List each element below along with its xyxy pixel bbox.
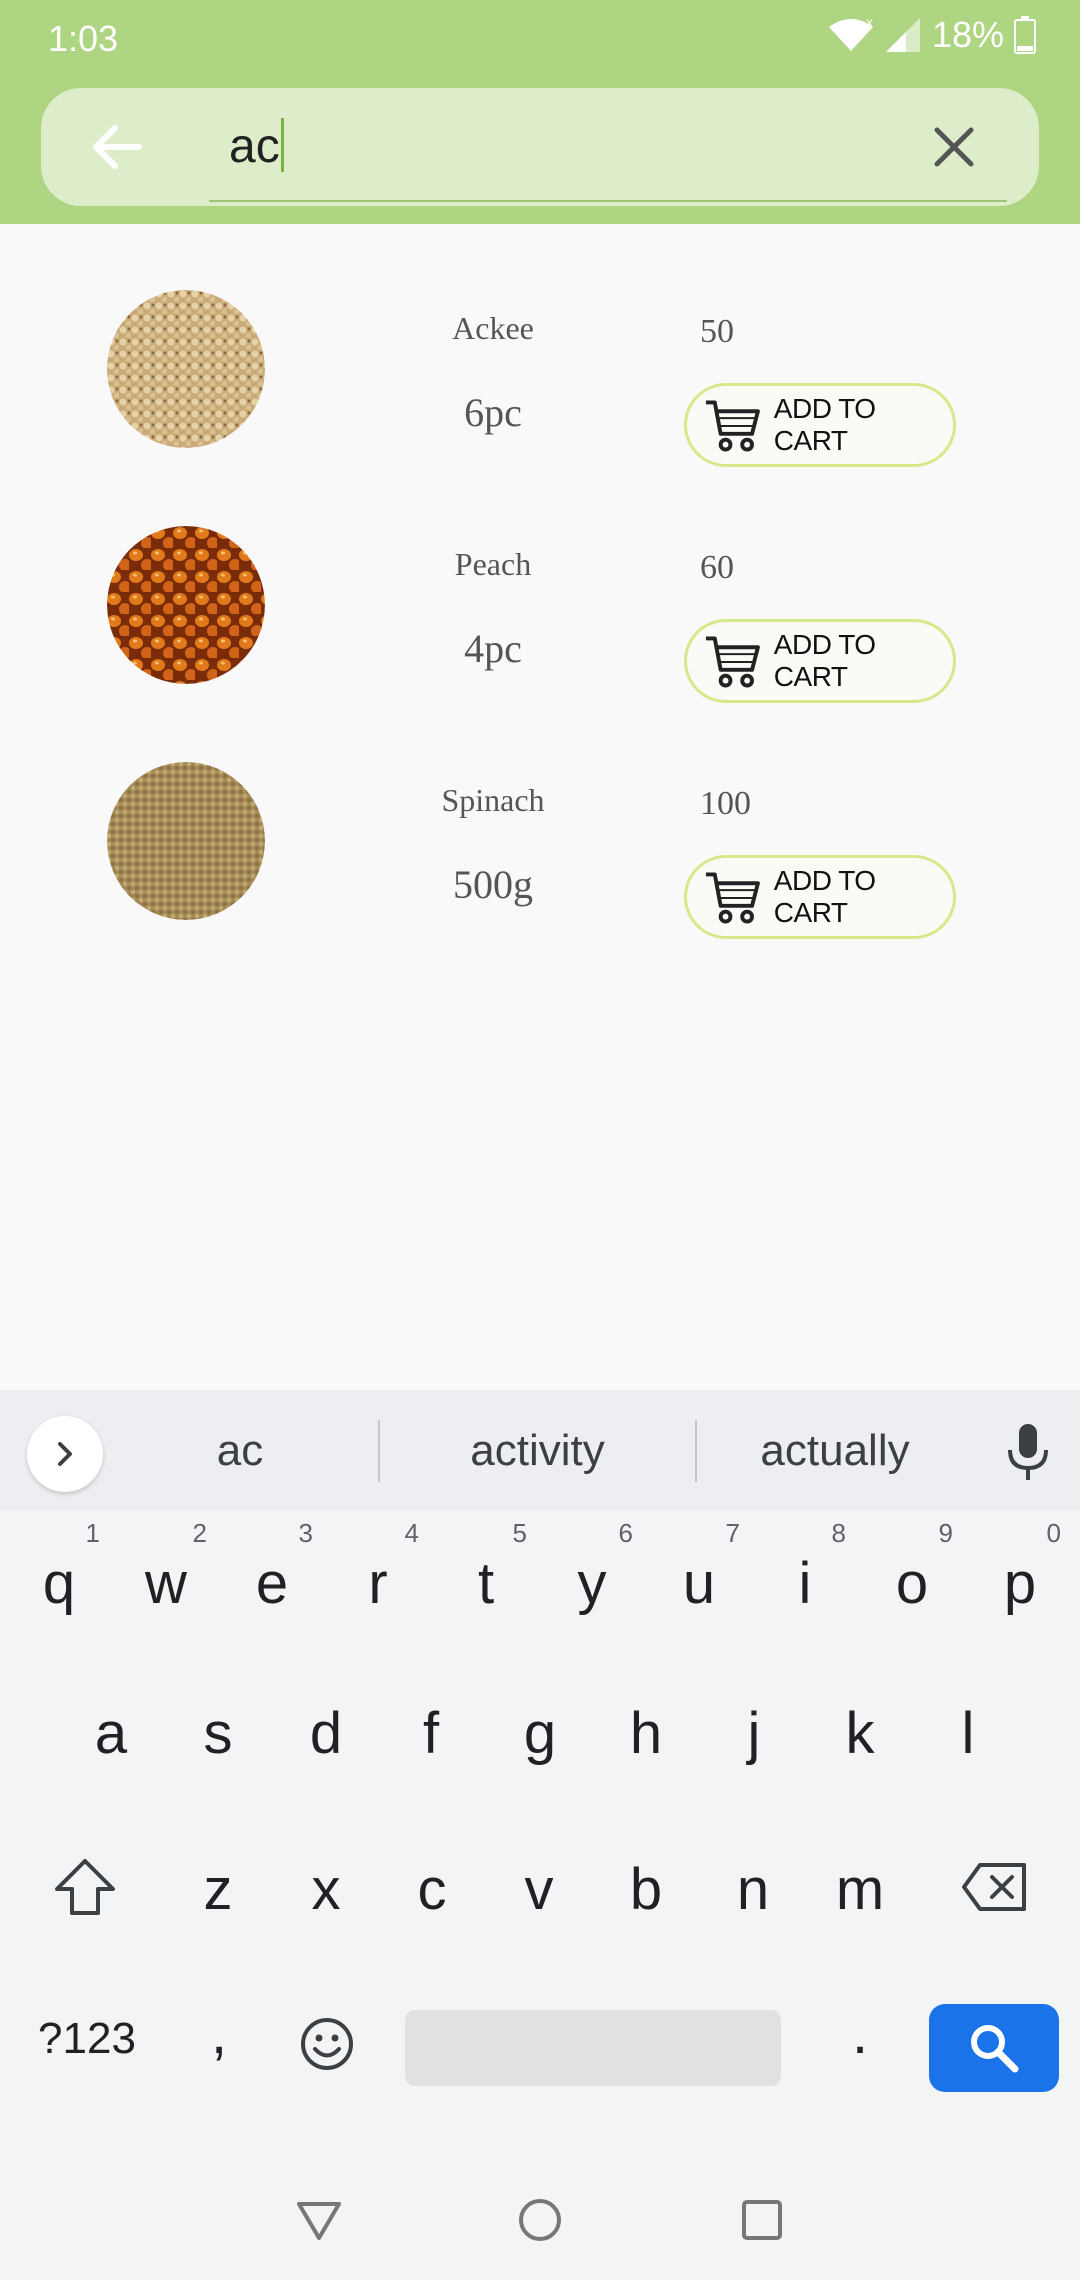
product-image bbox=[107, 290, 265, 448]
key-w[interactable]: w2 bbox=[121, 1518, 211, 1617]
product-name: Spinach bbox=[441, 782, 545, 818]
key-a[interactable]: a bbox=[66, 1700, 156, 1767]
key-m[interactable]: m bbox=[815, 1856, 905, 1923]
shift-icon bbox=[55, 1859, 115, 1915]
product-quantity: 500g bbox=[453, 862, 533, 907]
period-key[interactable]: . bbox=[815, 2000, 905, 2067]
status-bar: 1:03 x 18% bbox=[0, 0, 1080, 80]
list-item: Ackee 6pc 50 ADD TO CART bbox=[0, 224, 1080, 467]
search-icon bbox=[971, 2025, 1019, 2073]
suggestion-1[interactable]: ac bbox=[140, 1426, 340, 1476]
add-to-cart-label: ADD TO CART bbox=[773, 393, 876, 456]
status-time: 1:03 bbox=[48, 18, 119, 59]
key-t[interactable]: t5 bbox=[441, 1518, 531, 1617]
key-q[interactable]: q1 bbox=[14, 1518, 104, 1617]
suggestion-3[interactable]: actually bbox=[715, 1426, 955, 1476]
search-key[interactable] bbox=[929, 2004, 1059, 2092]
key-p[interactable]: p0 bbox=[975, 1518, 1065, 1617]
search-bar[interactable]: ac bbox=[41, 88, 1039, 206]
key-u[interactable]: u7 bbox=[654, 1518, 744, 1617]
key-l[interactable]: l bbox=[923, 1700, 1013, 1767]
key-i[interactable]: i8 bbox=[760, 1518, 850, 1617]
signal-icon bbox=[885, 18, 920, 52]
key-y[interactable]: y6 bbox=[547, 1518, 637, 1617]
suggestion-strip: ac activity actually bbox=[0, 1390, 1080, 1510]
text-cursor bbox=[280, 118, 284, 172]
key-b[interactable]: b bbox=[601, 1856, 691, 1923]
search-underline bbox=[209, 200, 1007, 202]
key-k[interactable]: k bbox=[815, 1700, 905, 1767]
battery-percent: 18% bbox=[931, 14, 1004, 55]
battery-icon bbox=[1014, 16, 1036, 54]
keyboard: ac activity actually q1 w2 e3 r4 t5 y6 u… bbox=[0, 1390, 1080, 2280]
suggestion-divider bbox=[378, 1420, 380, 1482]
add-to-cart-button[interactable]: ADD TO CART bbox=[684, 383, 956, 467]
product-image bbox=[107, 526, 265, 684]
svg-text:x: x bbox=[866, 17, 873, 30]
key-f[interactable]: f bbox=[386, 1700, 476, 1767]
key-o[interactable]: o9 bbox=[867, 1518, 957, 1617]
space-key[interactable] bbox=[405, 2010, 781, 2086]
search-query: ac bbox=[229, 120, 280, 173]
comma-key[interactable]: , bbox=[174, 2000, 264, 2067]
product-price: 100 bbox=[700, 785, 751, 822]
key-g[interactable]: g bbox=[495, 1700, 585, 1767]
cart-icon bbox=[705, 400, 760, 452]
product-name: Peach bbox=[454, 546, 532, 582]
product-price: 50 bbox=[700, 313, 734, 350]
product-list: Ackee 6pc 50 ADD TO CART Peach 4pc 60 AD… bbox=[0, 224, 1080, 939]
back-nav-icon[interactable] bbox=[289, 2190, 349, 2250]
microphone-icon[interactable] bbox=[1000, 1420, 1056, 1484]
key-n[interactable]: n bbox=[708, 1856, 798, 1923]
product-image bbox=[107, 762, 265, 920]
shift-key[interactable] bbox=[40, 1842, 130, 1932]
product-name: Ackee bbox=[452, 310, 534, 346]
system-nav-bar bbox=[0, 2160, 1080, 2280]
emoji-key[interactable] bbox=[285, 2002, 369, 2086]
recents-nav-icon[interactable] bbox=[732, 2190, 792, 2250]
key-c[interactable]: c bbox=[387, 1856, 477, 1923]
suggestion-2[interactable]: activity bbox=[400, 1426, 675, 1476]
key-v[interactable]: v bbox=[494, 1856, 584, 1923]
clear-icon[interactable] bbox=[923, 116, 985, 178]
app-bar: 1:03 x 18% ac bbox=[0, 0, 1080, 224]
key-z[interactable]: z bbox=[173, 1856, 263, 1923]
add-to-cart-label: ADD TO CART bbox=[773, 865, 876, 928]
emoji-icon bbox=[301, 2018, 353, 2070]
list-item: Peach 4pc 60 ADD TO CART bbox=[0, 460, 1080, 703]
key-j[interactable]: j bbox=[709, 1700, 799, 1767]
suggestion-divider bbox=[695, 1420, 697, 1482]
back-arrow-icon[interactable] bbox=[81, 112, 151, 182]
backspace-key[interactable] bbox=[950, 1842, 1040, 1932]
key-h[interactable]: h bbox=[601, 1700, 691, 1767]
cart-icon bbox=[705, 636, 760, 688]
add-to-cart-button[interactable]: ADD TO CART bbox=[684, 619, 956, 703]
product-quantity: 6pc bbox=[464, 390, 522, 435]
add-to-cart-label: ADD TO CART bbox=[773, 629, 876, 692]
backspace-icon bbox=[962, 1863, 1026, 1911]
home-nav-icon[interactable] bbox=[510, 2190, 570, 2250]
product-quantity: 4pc bbox=[464, 626, 522, 671]
chevron-right-icon bbox=[58, 1442, 72, 1466]
expand-toolbar-button[interactable] bbox=[27, 1416, 103, 1492]
product-price: 60 bbox=[700, 549, 734, 586]
key-d[interactable]: d bbox=[281, 1700, 371, 1767]
symbols-key[interactable]: ?123 bbox=[22, 2014, 152, 2064]
wifi-icon: x bbox=[828, 17, 873, 51]
search-input[interactable]: ac bbox=[229, 118, 284, 174]
key-r[interactable]: r4 bbox=[333, 1518, 423, 1617]
key-e[interactable]: e3 bbox=[227, 1518, 317, 1617]
status-icons: x 18% bbox=[828, 14, 1036, 56]
add-to-cart-button[interactable]: ADD TO CART bbox=[684, 855, 956, 939]
key-s[interactable]: s bbox=[173, 1700, 263, 1767]
list-item: Spinach 500g 100 ADD TO CART bbox=[0, 696, 1080, 939]
key-x[interactable]: x bbox=[281, 1856, 371, 1923]
cart-icon bbox=[705, 872, 760, 924]
